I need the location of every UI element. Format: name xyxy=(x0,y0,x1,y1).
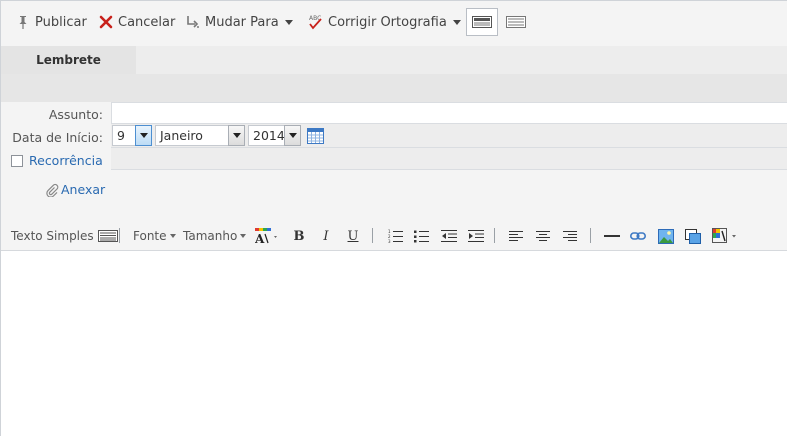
chevron-down-icon xyxy=(232,133,241,138)
align-center-button[interactable] xyxy=(535,228,551,244)
chevron-down-icon xyxy=(240,234,247,238)
underline-button[interactable]: U xyxy=(345,228,361,244)
bullet-list-button[interactable] xyxy=(414,228,430,244)
cancel-button[interactable]: Cancelar xyxy=(98,13,175,31)
paperclip-icon xyxy=(46,183,59,197)
reading-pane-view-button[interactable] xyxy=(466,8,498,36)
calendar-icon[interactable] xyxy=(307,127,324,144)
month-dropdown-button[interactable] xyxy=(228,125,245,146)
attach-label: Anexar xyxy=(61,182,106,197)
plain-text-toggle[interactable]: Texto Simples xyxy=(11,227,118,245)
plain-text-label: Texto Simples xyxy=(11,229,94,243)
toolbar-divider xyxy=(372,228,373,243)
chevron-down-icon xyxy=(169,234,176,238)
spell-check-button[interactable]: ABC Corrigir Ortografia xyxy=(308,13,461,31)
tab-strip: Lembrete xyxy=(1,46,787,74)
recurrence-link[interactable]: Recorrência xyxy=(29,153,103,168)
start-date-label: Data de Início: xyxy=(12,130,103,145)
move-to-icon xyxy=(185,14,201,30)
font-color-icon: A xyxy=(255,228,277,244)
cancel-label: Cancelar xyxy=(118,14,176,30)
svg-text:A: A xyxy=(255,232,265,244)
image-icon xyxy=(658,228,674,244)
size-dropdown[interactable]: Tamanho xyxy=(183,227,247,245)
align-right-button[interactable] xyxy=(562,228,578,244)
decrease-indent-button[interactable] xyxy=(441,228,457,244)
font-label: Fonte xyxy=(133,229,167,243)
insert-image-button[interactable] xyxy=(658,228,674,244)
align-left-button[interactable] xyxy=(508,228,524,244)
align-center-icon xyxy=(536,230,550,241)
toolbar-divider xyxy=(494,228,495,243)
highlight-color-button[interactable] xyxy=(712,228,740,244)
size-label: Tamanho xyxy=(183,229,238,243)
message-body-editor[interactable] xyxy=(1,250,787,436)
horizontal-rule-icon xyxy=(604,235,620,237)
move-to-button[interactable]: Mudar Para xyxy=(185,13,293,31)
day-dropdown-button[interactable] xyxy=(135,125,152,146)
text-format-icon xyxy=(97,230,118,242)
toolbar-divider xyxy=(590,228,591,243)
bullet-list-icon xyxy=(414,230,429,243)
spell-check-label: Corrigir Ortografia xyxy=(328,14,447,30)
bold-button[interactable]: B xyxy=(291,228,307,244)
chevron-down-icon xyxy=(288,133,297,138)
spell-check-icon: ABC xyxy=(308,14,324,30)
increase-indent-button[interactable] xyxy=(468,228,484,244)
horizontal-rule-button[interactable] xyxy=(604,228,620,244)
close-icon xyxy=(98,14,114,30)
pushpin-icon xyxy=(15,14,31,30)
layout-list-icon xyxy=(472,16,492,28)
font-dropdown[interactable]: Fonte xyxy=(133,227,176,245)
indent-icon xyxy=(468,230,484,242)
publish-label: Publicar xyxy=(35,14,87,30)
italic-button[interactable]: I xyxy=(318,228,334,244)
tab-content-band xyxy=(1,74,787,102)
layout-lines-icon xyxy=(506,16,526,28)
outdent-icon xyxy=(441,230,457,242)
link-icon xyxy=(630,232,646,240)
attach-link[interactable]: Anexar xyxy=(45,182,105,197)
copy-image-icon xyxy=(685,228,701,244)
text-color-button[interactable]: A xyxy=(255,228,281,244)
align-right-icon xyxy=(563,230,577,241)
recurrence-row xyxy=(111,148,787,170)
chevron-down-icon xyxy=(284,19,293,25)
insert-link-button[interactable] xyxy=(630,228,646,244)
highlight-color-icon xyxy=(712,228,736,243)
year-dropdown-button[interactable] xyxy=(284,125,301,146)
chevron-down-icon xyxy=(452,19,461,25)
main-toolbar: Publicar Cancelar Mudar Para ABC Corrigi… xyxy=(1,1,787,43)
publish-button[interactable]: Publicar xyxy=(15,13,87,31)
tab-reminder[interactable]: Lembrete xyxy=(1,46,136,74)
recurrence-checkbox[interactable] xyxy=(11,155,23,167)
numbered-list-icon: 123 xyxy=(388,229,403,243)
reminder-editor-window: Publicar Cancelar Mudar Para ABC Corrigi… xyxy=(0,0,787,436)
move-to-label: Mudar Para xyxy=(205,14,279,30)
numbered-list-button[interactable]: 123 xyxy=(388,228,404,244)
toolbar-divider xyxy=(119,228,120,243)
subject-input[interactable] xyxy=(111,102,787,124)
insert-table-button[interactable] xyxy=(685,228,701,244)
align-left-icon xyxy=(509,230,523,241)
svg-text:3: 3 xyxy=(388,239,391,243)
subject-label: Assunto: xyxy=(48,107,103,122)
list-view-button[interactable] xyxy=(500,8,532,36)
format-toolbar: Texto Simples Fonte Tamanho A B I U 123 xyxy=(1,223,787,249)
chevron-down-icon xyxy=(139,133,148,138)
